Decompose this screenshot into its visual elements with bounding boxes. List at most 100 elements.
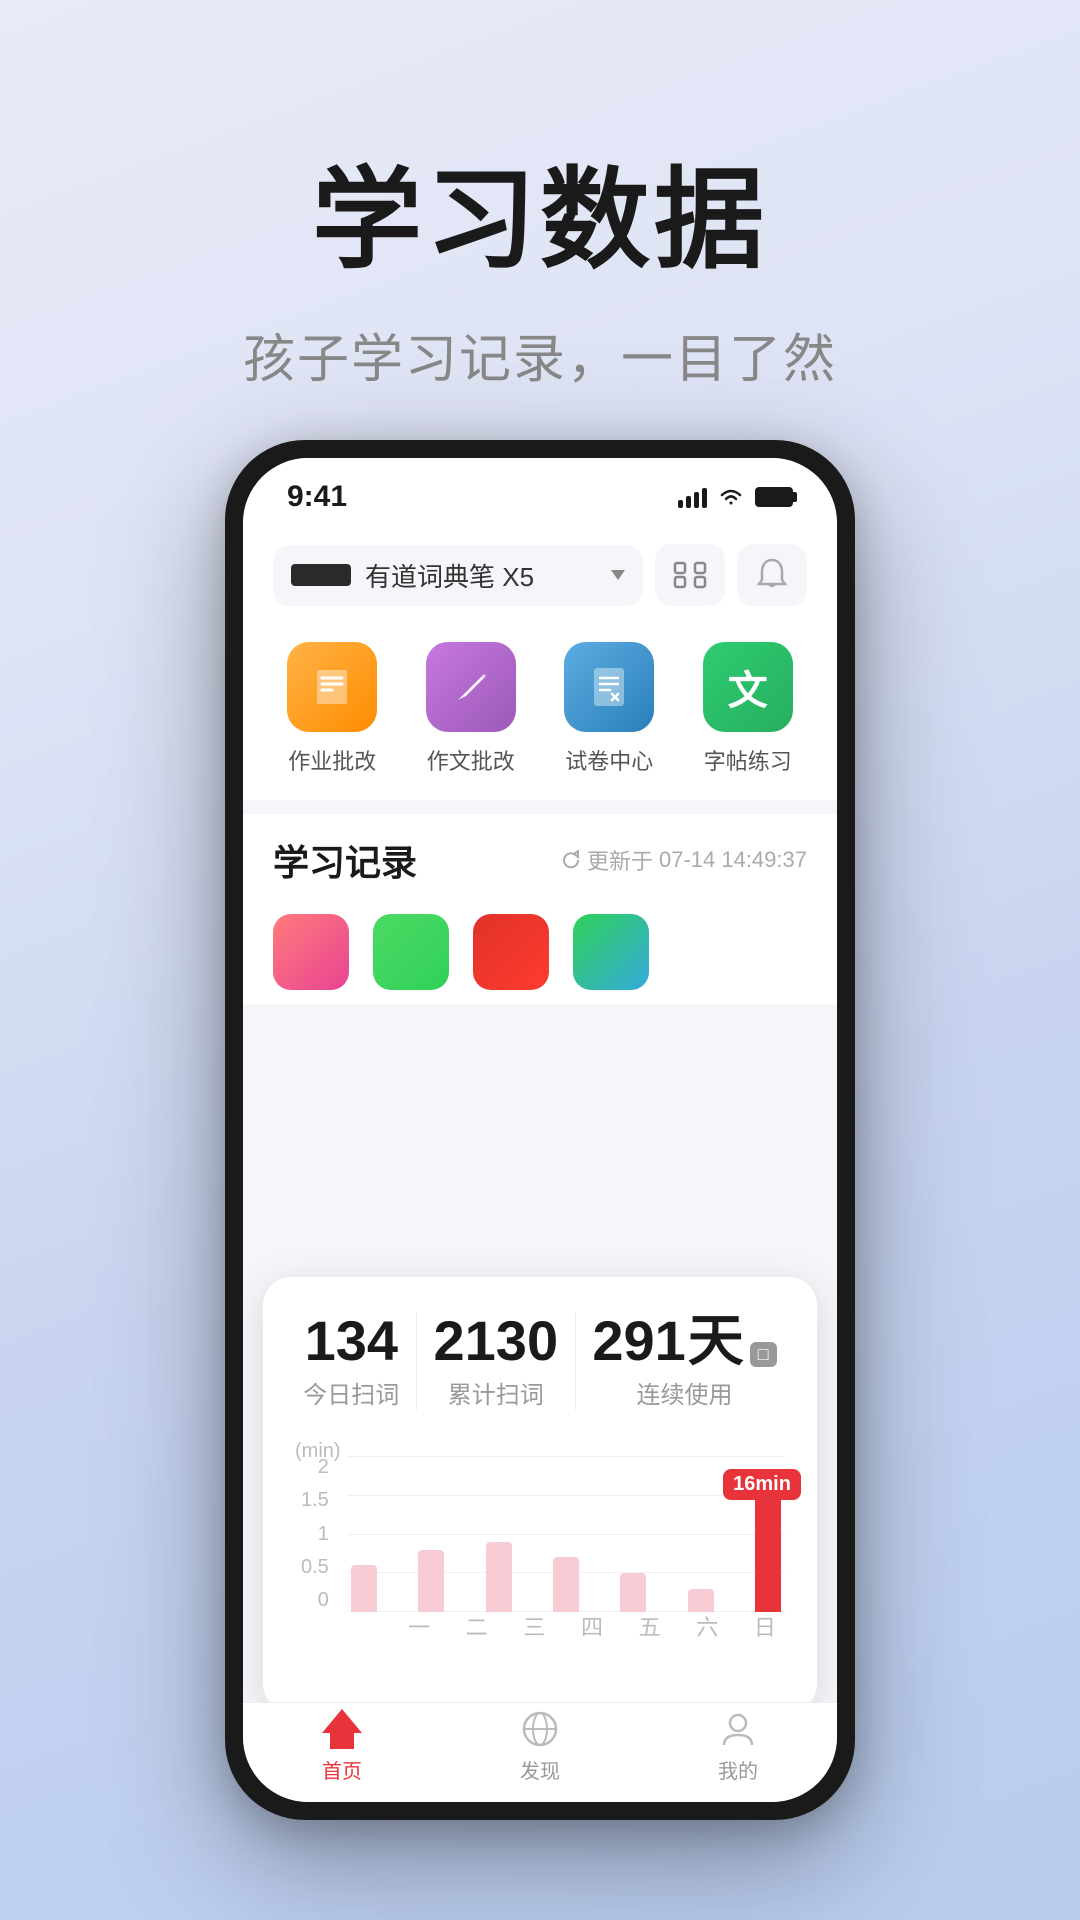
x-label-wed: 三 xyxy=(514,1610,554,1642)
section-separator-1 xyxy=(243,800,837,814)
stats-card: 134 今日扫词 2130 累计扫词 291 天 □ xyxy=(263,1277,817,1712)
calligraphy-icon: 文 xyxy=(703,642,793,732)
device-name: 有道词典笔 X5 xyxy=(365,557,534,594)
home-icon xyxy=(320,1707,364,1751)
bar-fri xyxy=(620,1573,646,1612)
app-item-homework[interactable]: 作业批改 xyxy=(263,642,402,776)
nav-profile-label: 我的 xyxy=(718,1755,758,1784)
bar-sat xyxy=(688,1589,714,1612)
phone-screen: 9:41 xyxy=(243,458,837,1802)
essay-svg xyxy=(446,662,496,712)
nav-discover[interactable]: 发现 xyxy=(441,1707,639,1784)
hero-section: 学习数据 孩子学习记录，一目了然 xyxy=(0,0,1080,392)
x-label-sun: 日 xyxy=(745,1610,785,1642)
app-circle-3 xyxy=(473,914,549,990)
discover-svg xyxy=(520,1709,560,1749)
bar-tue xyxy=(418,1550,444,1612)
exam-icon xyxy=(564,642,654,732)
profile-svg xyxy=(718,1709,758,1749)
learning-record-header: 学习记录 更新于 07-14 14:49:37 xyxy=(243,814,837,900)
bar-col-thu xyxy=(553,1456,579,1612)
streak-value-row: 291 天 □ xyxy=(592,1313,776,1369)
stats-row: 134 今日扫词 2130 累计扫词 291 天 □ xyxy=(295,1313,785,1410)
x-label-fri: 五 xyxy=(630,1610,670,1642)
notification-button[interactable] xyxy=(737,544,807,606)
device-selector[interactable]: 有道词典笔 X5 xyxy=(273,545,643,606)
nav-home[interactable]: 首页 xyxy=(243,1707,441,1784)
battery-icon xyxy=(755,487,793,507)
discover-icon xyxy=(518,1707,562,1751)
bar-col-fri xyxy=(620,1456,646,1612)
stat-divider-1 xyxy=(416,1313,417,1410)
signal-bar-3 xyxy=(694,492,699,508)
app-circle-1 xyxy=(273,914,349,990)
app-label-exam: 试卷中心 xyxy=(565,744,653,776)
app-row xyxy=(243,900,837,1004)
x-axis-labels: 一 二 三 四 五 六 日 xyxy=(399,1610,785,1642)
x-label-mon: 一 xyxy=(399,1610,439,1642)
status-bar: 9:41 xyxy=(243,458,837,524)
stat-today-scan: 134 今日扫词 xyxy=(303,1313,399,1410)
hero-title: 学习数据 xyxy=(0,160,1080,281)
signal-icon xyxy=(678,486,707,508)
home-shape xyxy=(322,1709,362,1749)
nav-home-label: 首页 xyxy=(322,1755,362,1784)
app-header: 有道词典笔 X5 xyxy=(243,524,837,622)
total-scan-label: 累计扫词 xyxy=(448,1375,544,1410)
signal-bar-2 xyxy=(686,496,691,508)
streak-value: 291 xyxy=(592,1313,685,1369)
bar-thu xyxy=(553,1557,579,1612)
phone-mockup: 9:41 xyxy=(225,440,855,1820)
bar-sun: 16min xyxy=(755,1479,781,1612)
total-scan-value: 2130 xyxy=(434,1313,559,1369)
bar-col-tue xyxy=(418,1456,444,1612)
update-time-value: 07-14 14:49:37 xyxy=(659,847,807,873)
y-label-0: 0 xyxy=(318,1589,329,1612)
learning-record-title: 学习记录 xyxy=(273,834,417,886)
bar-mon xyxy=(351,1565,377,1612)
hero-subtitle: 孩子学习记录，一目了然 xyxy=(0,317,1080,392)
y-label-2: 2 xyxy=(318,1456,329,1479)
nav-profile[interactable]: 我的 xyxy=(639,1707,837,1784)
x-label-tue: 二 xyxy=(457,1610,497,1642)
bell-icon xyxy=(757,558,787,592)
phone-frame: 9:41 xyxy=(225,440,855,1820)
bottom-nav: 首页 发现 xyxy=(243,1702,837,1802)
app-label-calligraphy: 字帖练习 xyxy=(704,744,792,776)
status-icons xyxy=(678,486,793,508)
homework-icon xyxy=(287,642,377,732)
status-time: 9:41 xyxy=(287,480,347,514)
homework-svg xyxy=(307,662,357,712)
signal-bar-1 xyxy=(678,500,683,508)
essay-icon xyxy=(426,642,516,732)
exam-svg xyxy=(584,662,634,712)
bar-col-mon xyxy=(351,1456,377,1612)
bar-tooltip: 16min xyxy=(723,1469,801,1500)
update-time: 更新于 07-14 14:49:37 xyxy=(561,844,807,876)
stat-divider-2 xyxy=(575,1313,576,1410)
profile-icon xyxy=(716,1707,760,1751)
app-item-exam[interactable]: 试卷中心 xyxy=(540,642,679,776)
chevron-down-icon xyxy=(611,570,625,580)
app-grid: 作业批改 作文批改 xyxy=(243,622,837,800)
bar-wed xyxy=(486,1542,512,1612)
app-circle-2 xyxy=(373,914,449,990)
nav-discover-label: 发现 xyxy=(520,1755,560,1784)
streak-unit: 天 xyxy=(688,1313,744,1369)
today-scan-label: 今日扫词 xyxy=(303,1375,399,1410)
streak-badge: □ xyxy=(750,1342,777,1367)
refresh-icon xyxy=(561,850,581,870)
y-axis-labels: 2 1.5 1 0.5 0 xyxy=(301,1456,329,1612)
app-label-homework: 作业批改 xyxy=(288,744,376,776)
update-label: 更新于 xyxy=(587,844,653,876)
device-icon xyxy=(291,564,351,586)
streak-label: 连续使用 xyxy=(636,1375,732,1410)
app-item-essay[interactable]: 作文批改 xyxy=(402,642,541,776)
stat-streak: 291 天 □ 连续使用 xyxy=(592,1313,776,1410)
x-label-thu: 四 xyxy=(572,1610,612,1642)
signal-bar-4 xyxy=(702,488,707,508)
battery-tip xyxy=(793,492,797,502)
app-item-calligraphy[interactable]: 文 字帖练习 xyxy=(679,642,818,776)
y-label-0-5: 0.5 xyxy=(301,1556,329,1579)
scan-button[interactable] xyxy=(655,544,725,606)
